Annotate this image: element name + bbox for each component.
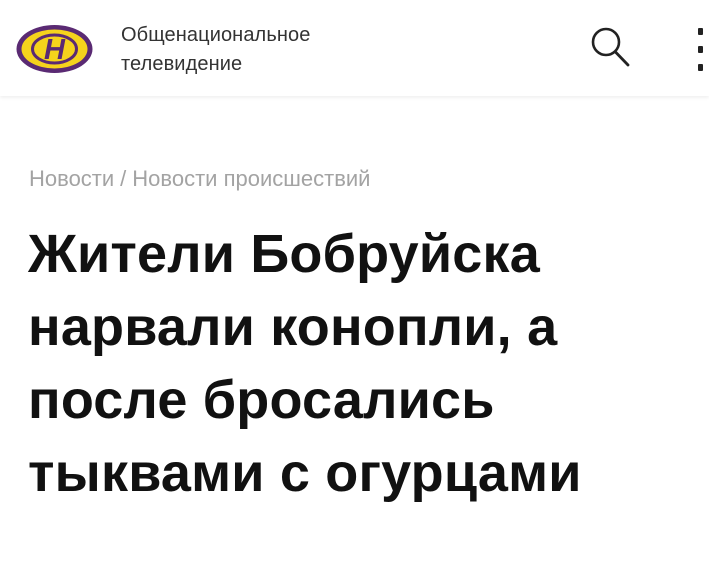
- breadcrumb: Новости / Новости происшествий: [29, 165, 370, 193]
- brand-name[interactable]: Общенациональное телевидение: [121, 21, 310, 79]
- headline-line: Жители Бобруйска: [28, 224, 540, 284]
- brand-name-line2: телевидение: [121, 53, 243, 75]
- breadcrumb-item-incident-news[interactable]: Новости происшествий: [132, 166, 370, 191]
- site-header: Н Общенациональное телевидение: [0, 0, 709, 96]
- logo-letter: Н: [44, 34, 66, 66]
- brand-name-line1: Общенациональное: [121, 24, 311, 46]
- search-icon[interactable]: [587, 24, 635, 70]
- headline-line: тыквами с огурцами: [28, 443, 582, 503]
- breadcrumb-separator: /: [120, 166, 127, 191]
- headline-line: нарвали конопли, а: [28, 297, 558, 357]
- headline-line: после бросались: [28, 370, 495, 430]
- logo-icon[interactable]: Н: [14, 23, 95, 75]
- kebab-menu-icon[interactable]: [692, 28, 706, 72]
- breadcrumb-item-news[interactable]: Новости: [29, 166, 114, 191]
- article-headline: Жители Бобруйска нарвали конопли, а посл…: [28, 218, 698, 510]
